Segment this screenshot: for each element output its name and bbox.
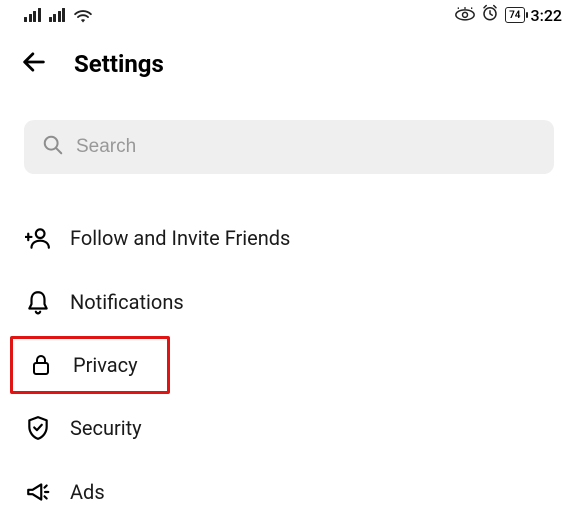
settings-item-label: Notifications bbox=[70, 290, 184, 314]
signal-icon-1 bbox=[24, 8, 41, 22]
settings-item-ads[interactable]: Ads bbox=[10, 460, 568, 524]
status-bar: 74 3:22 bbox=[0, 0, 578, 28]
megaphone-icon bbox=[24, 478, 52, 506]
settings-item-label: Privacy bbox=[73, 353, 138, 377]
battery-level: 74 bbox=[509, 10, 520, 21]
eye-icon bbox=[455, 6, 475, 25]
settings-item-security[interactable]: Security bbox=[10, 396, 568, 460]
settings-list: Follow and Invite Friends Notifications … bbox=[0, 194, 578, 524]
follow-invite-icon bbox=[24, 224, 52, 252]
signal-icon-2 bbox=[49, 8, 66, 22]
search-box[interactable] bbox=[24, 120, 554, 174]
header: Settings bbox=[0, 28, 578, 90]
settings-item-label: Ads bbox=[70, 480, 105, 504]
back-icon[interactable] bbox=[20, 48, 48, 80]
shield-check-icon bbox=[24, 414, 52, 442]
search-icon bbox=[42, 134, 64, 160]
settings-item-privacy[interactable]: Privacy bbox=[10, 336, 170, 394]
settings-item-follow-invite[interactable]: Follow and Invite Friends bbox=[10, 206, 568, 270]
clock: 3:22 bbox=[531, 6, 563, 25]
status-right: 74 3:22 bbox=[455, 4, 562, 26]
settings-item-notifications[interactable]: Notifications bbox=[10, 270, 568, 334]
page-title: Settings bbox=[74, 50, 164, 78]
battery-icon: 74 bbox=[505, 7, 524, 23]
alarm-icon bbox=[481, 4, 499, 26]
bell-icon bbox=[24, 288, 52, 316]
wifi-icon bbox=[73, 7, 93, 23]
settings-item-label: Security bbox=[70, 416, 142, 440]
lock-icon bbox=[27, 351, 55, 379]
status-left bbox=[24, 7, 93, 23]
search-input[interactable] bbox=[76, 136, 536, 158]
settings-item-label: Follow and Invite Friends bbox=[70, 226, 290, 250]
